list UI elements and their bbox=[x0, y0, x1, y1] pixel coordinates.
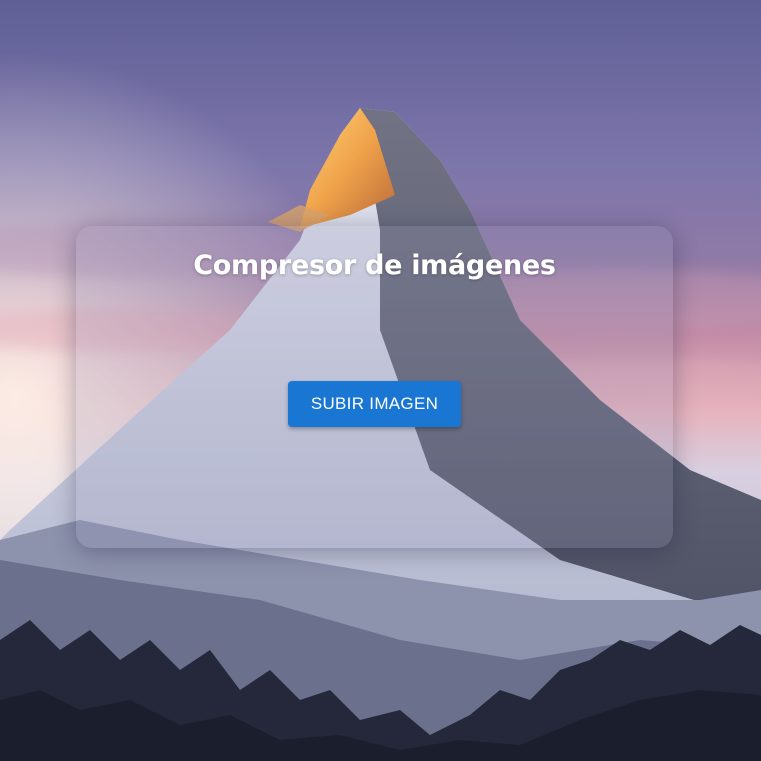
page-background: Compresor de imágenes SUBIR IMAGEN bbox=[0, 0, 761, 761]
upload-image-button[interactable]: SUBIR IMAGEN bbox=[288, 381, 461, 427]
page-title: Compresor de imágenes bbox=[193, 250, 556, 281]
upload-card: Compresor de imágenes SUBIR IMAGEN bbox=[76, 226, 673, 548]
